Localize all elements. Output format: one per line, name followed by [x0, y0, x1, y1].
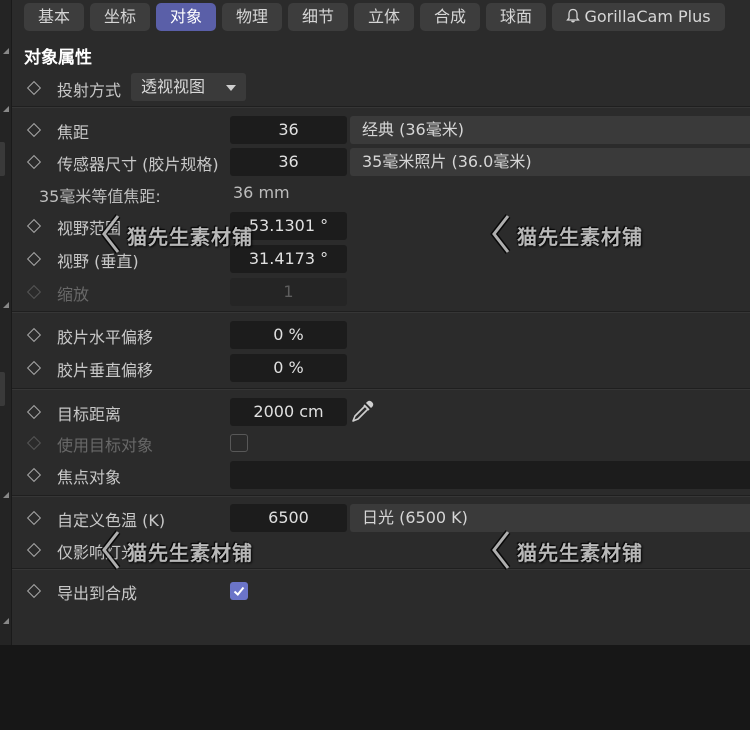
resize-corner-icon [3, 492, 9, 498]
color-temperature-preset[interactable]: 日光 (6500 K) [350, 504, 750, 532]
color-temperature-row: 自定义色温 (K) 6500 日光 (6500 K) [12, 503, 750, 533]
keyframe-diamond-icon[interactable] [26, 122, 42, 138]
projection-label: 投射方式 [57, 81, 122, 100]
tab-object[interactable]: 对象 [156, 3, 216, 31]
focal-length-row: 焦距 36 经典 (36毫米) [12, 115, 750, 145]
equiv-focal-value: 36 mm [233, 183, 290, 202]
zoom-input: 1 [230, 278, 347, 306]
resize-corner-icon [3, 48, 9, 54]
film-offset-y-input[interactable]: 0 % [230, 354, 347, 382]
left-dock-strip [0, 0, 12, 645]
sensor-size-input[interactable]: 36 [230, 148, 347, 176]
equiv-focal-label: 35毫米等值焦距: [39, 187, 161, 206]
projection-dropdown[interactable]: 透视视图 [131, 73, 246, 101]
color-temperature-input[interactable]: 6500 [230, 504, 347, 532]
keyframe-diamond-icon [26, 284, 42, 300]
film-offset-x-label: 胶片水平偏移 [57, 328, 154, 347]
use-target-checkbox [230, 434, 248, 452]
divider [12, 495, 750, 497]
keyframe-diamond-icon[interactable] [26, 510, 42, 526]
film-offset-x-input[interactable]: 0 % [230, 321, 347, 349]
sensor-size-preset[interactable]: 35毫米照片 (36.0毫米) [350, 148, 750, 176]
focus-object-link-field[interactable] [230, 461, 750, 489]
zoom-label: 缩放 [57, 285, 90, 304]
film-offset-y-row: 胶片垂直偏移 0 % [12, 353, 750, 383]
fov-horizontal-input[interactable]: 53.1301 ° [230, 212, 347, 240]
tab-gorillacam-plus[interactable]: GorillaCam Plus [552, 3, 725, 31]
focal-length-preset[interactable]: 经典 (36毫米) [350, 116, 750, 144]
target-distance-row: 目标距离 2000 cm [12, 397, 750, 427]
export-composite-row: 导出到合成 [12, 576, 750, 606]
focal-length-label: 焦距 [57, 123, 90, 142]
projection-row: 投射方式 透视视图 [12, 73, 750, 103]
fov-vertical-row: 视野 (垂直) 31.4173 ° [12, 244, 750, 274]
resize-corner-icon [3, 618, 9, 624]
tab-details[interactable]: 细节 [288, 3, 348, 31]
bell-icon [566, 4, 581, 32]
tab-gorillacam-label: GorillaCam Plus [584, 7, 711, 26]
keyframe-diamond-icon[interactable] [26, 251, 42, 267]
sensor-size-label: 传感器尺寸 (胶片规格) [57, 155, 219, 174]
focus-object-row: 焦点对象 [12, 460, 750, 490]
sensor-size-row: 传感器尺寸 (胶片规格) 36 35毫米照片 (36.0毫米) [12, 147, 750, 177]
affect-lights-only-label: 仅影响灯光 [57, 543, 138, 562]
keyframe-diamond-icon[interactable] [26, 218, 42, 234]
resize-corner-icon [3, 302, 9, 308]
fov-vertical-input[interactable]: 31.4173 ° [230, 245, 347, 273]
zoom-row: 缩放 1 [12, 277, 750, 307]
keyframe-diamond-icon[interactable] [26, 583, 42, 599]
keyframe-diamond-icon [26, 435, 42, 451]
dock-tab-handle[interactable] [0, 142, 5, 176]
target-distance-input[interactable]: 2000 cm [230, 398, 347, 426]
projection-value: 透视视图 [141, 77, 206, 96]
fov-horizontal-label: 视野范围 [57, 219, 122, 238]
keyframe-diamond-icon[interactable] [26, 404, 42, 420]
divider [12, 388, 750, 390]
divider [12, 311, 750, 313]
use-target-label: 使用目标对象 [57, 436, 154, 455]
eyedropper-icon[interactable] [349, 397, 375, 429]
dock-tab-handle[interactable] [0, 372, 5, 406]
section-title: 对象属性 [24, 48, 92, 68]
attribute-manager-panel: 基本 坐标 对象 物理 细节 立体 合成 球面 GorillaCam Plus … [0, 0, 750, 645]
target-distance-label: 目标距离 [57, 405, 122, 424]
keyframe-diamond-icon[interactable] [26, 154, 42, 170]
affect-lights-only-row: 仅影响灯光 [12, 535, 750, 565]
resize-corner-icon [3, 106, 9, 112]
tab-spherical[interactable]: 球面 [486, 3, 546, 31]
keyframe-diamond-icon[interactable] [26, 360, 42, 376]
keyframe-diamond-icon[interactable] [26, 327, 42, 343]
fov-horizontal-row: 视野范围 53.1301 ° [12, 211, 750, 241]
tab-basic[interactable]: 基本 [24, 3, 84, 31]
chevron-down-icon [226, 85, 236, 91]
divider [12, 568, 750, 570]
color-temperature-label: 自定义色温 (K) [57, 511, 166, 530]
use-target-row: 使用目标对象 [12, 428, 750, 458]
keyframe-diamond-icon[interactable] [26, 467, 42, 483]
film-offset-y-label: 胶片垂直偏移 [57, 361, 154, 380]
focal-length-input[interactable]: 36 [230, 116, 347, 144]
fov-vertical-label: 视野 (垂直) [57, 252, 139, 271]
tab-stereoscopic[interactable]: 立体 [354, 3, 414, 31]
divider [12, 106, 750, 108]
export-composite-checkbox[interactable] [230, 582, 248, 600]
tab-physical[interactable]: 物理 [222, 3, 282, 31]
focus-object-label: 焦点对象 [57, 468, 122, 487]
tab-compositing[interactable]: 合成 [420, 3, 480, 31]
keyframe-diamond-icon[interactable] [26, 80, 42, 96]
export-composite-label: 导出到合成 [57, 584, 138, 603]
keyframe-diamond-icon[interactable] [26, 542, 42, 558]
film-offset-x-row: 胶片水平偏移 0 % [12, 320, 750, 350]
tab-coordinates[interactable]: 坐标 [90, 3, 150, 31]
